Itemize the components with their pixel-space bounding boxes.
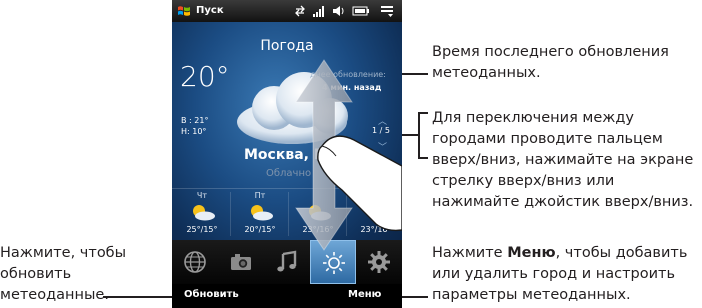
phone-screen: Пуск Погода 20° В: 21° Н: 10° днее обно… [172, 0, 402, 308]
current-temperature: 20° [180, 60, 230, 93]
tab-internet[interactable] [172, 240, 218, 284]
weather-sun-icon [323, 252, 345, 274]
menu-leader-line [400, 296, 428, 298]
sun-cloud-icon [367, 205, 389, 221]
weather-condition: Облачно [266, 168, 312, 179]
refresh-callout-line2: обновить [0, 266, 72, 282]
sync-icon [295, 5, 305, 17]
globe-icon [184, 251, 206, 273]
tab-bar [172, 240, 402, 284]
camera-icon [231, 254, 251, 270]
volume-icon [333, 6, 344, 16]
sun-cloud-icon [193, 205, 215, 221]
switch-city-leader-line [400, 134, 418, 136]
softkey-bar: Обновить Меню [172, 284, 402, 308]
signal-icon [313, 6, 324, 17]
sun-cloud-icon [309, 205, 331, 221]
city-name: Москва, Р [244, 147, 325, 163]
sun-cloud-icon [251, 205, 273, 221]
switch-city-bracket-bottom [418, 157, 428, 159]
windows-flag-icon[interactable] [177, 4, 191, 18]
refresh-callout-line1: Нажмите, чтобы [0, 245, 127, 261]
tab-music[interactable] [264, 240, 310, 284]
chevron-down-icon[interactable]: ﹀ [378, 140, 387, 153]
forecast-separator [346, 192, 347, 236]
last-update-time: 4 мин. назад [322, 83, 382, 92]
high-temperature: В : 21° [181, 116, 209, 125]
forecast-day-label: Чт [196, 191, 208, 200]
forecast-day: 23°/16° [290, 188, 346, 236]
menu-callout-bold: Меню [507, 245, 556, 261]
switch-city-callout: Для переключения между городами проводит… [432, 110, 694, 210]
update-time-leader-line [402, 73, 428, 75]
refresh-leader-line [103, 296, 182, 298]
forecast-day: Пт 20°/15° [232, 188, 288, 236]
switch-city-bracket-top [418, 112, 428, 114]
menu-icon[interactable] [380, 4, 394, 18]
forecast-day: 23°/16° [348, 188, 402, 236]
settings-gear-icon [368, 251, 390, 273]
status-bar: Пуск [172, 0, 402, 22]
music-icon [277, 250, 297, 272]
low-temperature: Н: 10° [181, 127, 207, 136]
update-time-callout: Время последнего обновления метеоданных. [432, 44, 669, 81]
forecast-temp: 23°/16° [360, 225, 392, 234]
start-label[interactable]: Пуск [196, 5, 224, 16]
forecast-temp: 23°/16° [302, 225, 334, 234]
forecast-strip: Чт 25°/15° Пт 20°/15° 23°/16° 23°/16° [172, 188, 402, 238]
forecast-temp: 25°/15° [186, 225, 218, 234]
switch-city-bracket-vert [418, 112, 420, 158]
forecast-separator [230, 192, 231, 236]
update-softkey[interactable]: Обновить [184, 289, 239, 300]
tab-weather[interactable] [310, 240, 356, 284]
city-counter: 1 / 5 [372, 126, 390, 135]
tab-camera[interactable] [218, 240, 264, 284]
weather-title: Погода [260, 38, 314, 54]
forecast-temp: 20°/15° [244, 225, 276, 234]
menu-callout: Нажмите Меню, чтобы добавить или удалить… [432, 243, 700, 306]
menu-softkey[interactable]: Меню [348, 289, 381, 300]
forecast-separator [288, 192, 289, 236]
menu-callout-prefix: Нажмите [432, 245, 508, 261]
last-update-label: днее обновление: [310, 70, 386, 79]
battery-icon [352, 6, 369, 16]
forecast-day-label: Пт [254, 191, 266, 200]
tab-settings[interactable] [356, 240, 402, 284]
forecast-day: Чт 25°/15° [174, 188, 230, 236]
